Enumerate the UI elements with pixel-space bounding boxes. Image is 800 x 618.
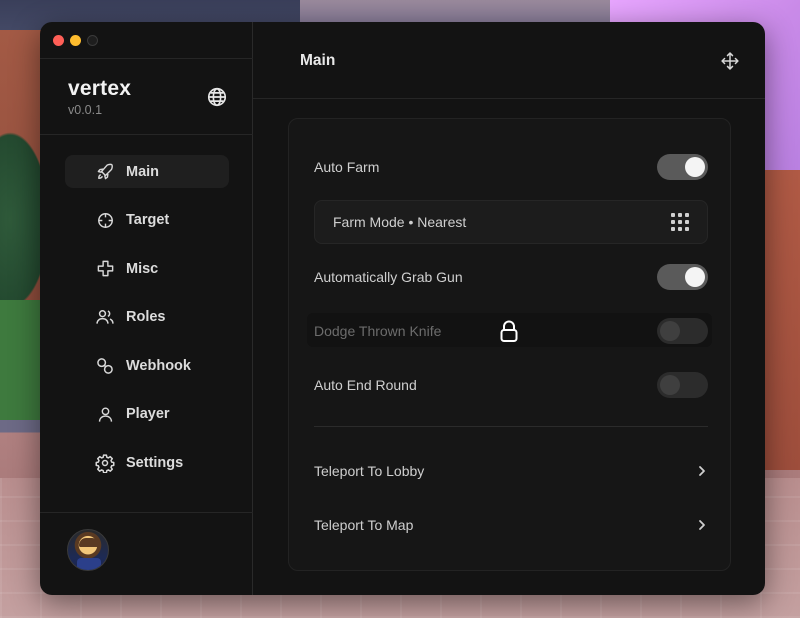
teleport-lobby-label: Teleport To Lobby <box>314 463 425 479</box>
sidebar-item-player[interactable]: Player <box>65 398 229 431</box>
auto-farm-toggle[interactable] <box>657 154 708 180</box>
sidebar-nav: Main Target Misc Roles Webhook Player Se… <box>65 155 229 495</box>
sidebar-item-label: Target <box>126 212 170 228</box>
toggle-knob <box>660 375 680 395</box>
auto-farm-label: Auto Farm <box>314 159 380 175</box>
chevron-right-icon <box>699 466 705 476</box>
app-window: vertex v0.0.1 Main Target Misc Roles Web… <box>40 22 765 595</box>
grab-gun-row: Automatically Grab Gun <box>314 260 708 294</box>
avatar-hair <box>79 538 99 547</box>
divider <box>253 98 765 99</box>
grid-icon <box>671 213 689 231</box>
plus-icon <box>95 259 115 279</box>
main-content: Main Auto Farm Farm Mode • Nearest Autom… <box>253 22 765 595</box>
auto-end-round-toggle[interactable] <box>657 372 708 398</box>
dodge-knife-toggle <box>657 318 708 344</box>
divider <box>40 58 253 59</box>
options-panel: Auto Farm Farm Mode • Nearest Automatica… <box>288 118 731 571</box>
brand-name: vertex <box>68 77 132 100</box>
divider <box>314 426 708 427</box>
maximize-button[interactable] <box>87 35 98 46</box>
divider <box>40 134 253 135</box>
teleport-lobby-button[interactable]: Teleport To Lobby <box>314 454 708 488</box>
sidebar: vertex v0.0.1 Main Target Misc Roles Web… <box>40 22 253 595</box>
teleport-map-label: Teleport To Map <box>314 517 414 533</box>
sidebar-item-settings[interactable]: Settings <box>65 446 229 479</box>
toggle-knob <box>685 267 705 287</box>
user-icon <box>95 404 115 424</box>
divider <box>40 512 253 513</box>
brand: vertex v0.0.1 <box>68 77 131 117</box>
sidebar-item-label: Misc <box>126 260 159 277</box>
grab-gun-label: Automatically Grab Gun <box>314 269 463 285</box>
sidebar-item-label: Roles <box>126 309 166 325</box>
chevron-right-icon <box>699 520 705 530</box>
sidebar-item-label: Settings <box>126 454 184 471</box>
avatar[interactable] <box>67 529 109 571</box>
sidebar-item-target[interactable]: Target <box>65 204 229 237</box>
toggle-knob <box>685 157 705 177</box>
sidebar-item-label: Player <box>126 406 170 422</box>
move-icon[interactable] <box>720 51 740 71</box>
auto-end-round-row: Auto End Round <box>314 368 708 402</box>
crosshair-icon <box>95 210 115 230</box>
background-wall-right <box>760 170 800 470</box>
sidebar-item-main[interactable]: Main <box>65 155 229 188</box>
sidebar-item-misc[interactable]: Misc <box>65 252 229 285</box>
users-icon <box>95 307 115 327</box>
sidebar-item-roles[interactable]: Roles <box>65 301 229 334</box>
webhook-icon <box>95 356 115 376</box>
globe-icon[interactable] <box>206 86 228 108</box>
sidebar-item-webhook[interactable]: Webhook <box>65 349 229 382</box>
dodge-knife-label: Dodge Thrown Knife <box>314 323 442 339</box>
close-button[interactable] <box>53 35 64 46</box>
teleport-map-button[interactable]: Teleport To Map <box>314 508 708 542</box>
auto-end-round-label: Auto End Round <box>314 377 417 393</box>
sidebar-item-label: Webhook <box>126 357 191 374</box>
lock-icon <box>500 320 518 342</box>
avatar-body <box>77 558 101 570</box>
minimize-button[interactable] <box>70 35 81 46</box>
page-title: Main <box>300 52 336 69</box>
gear-icon <box>95 453 115 473</box>
sidebar-item-label: Main <box>126 163 160 180</box>
toggle-knob <box>660 321 680 341</box>
window-controls <box>53 35 98 46</box>
grab-gun-toggle[interactable] <box>657 264 708 290</box>
auto-farm-row: Auto Farm <box>314 150 708 184</box>
farm-mode-label: Farm Mode • Nearest <box>333 214 467 230</box>
rocket-icon <box>95 162 115 182</box>
version-label: v0.0.1 <box>68 103 103 117</box>
farm-mode-dropdown[interactable]: Farm Mode • Nearest <box>314 200 708 244</box>
